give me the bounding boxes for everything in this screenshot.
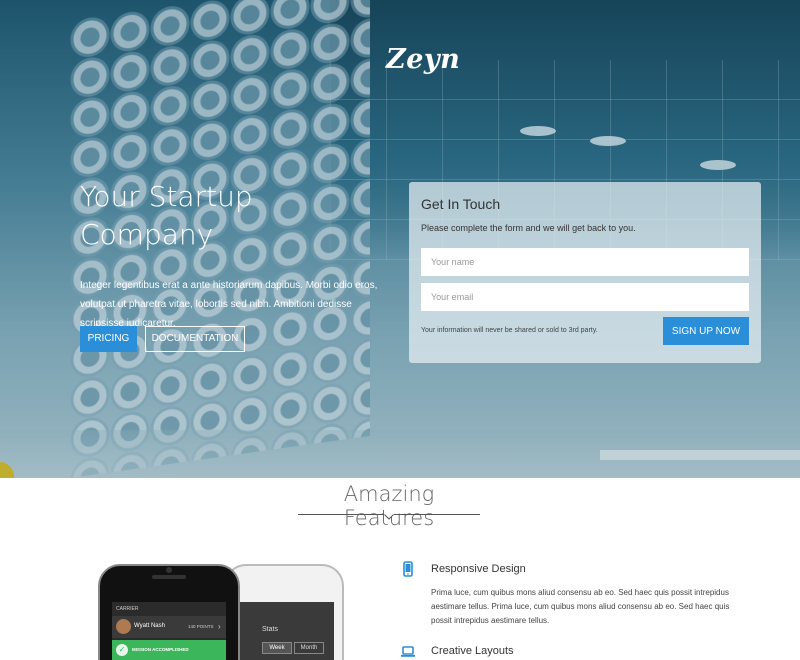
laptop-icon — [401, 646, 415, 657]
pricing-button[interactable]: PRICING — [80, 326, 137, 352]
email-input[interactable] — [421, 283, 749, 311]
hero-headline: Your Startup Company — [80, 178, 340, 254]
checkmark-icon: ✓ — [116, 644, 128, 656]
user-name: Wyatt Nash — [134, 623, 165, 629]
documentation-button[interactable]: DOCUMENTATION — [145, 326, 245, 352]
hero-section: Zeyn Your Startup Company Integer legent… — [0, 0, 800, 478]
phone-camera — [166, 567, 172, 573]
user-points: 140 POINTS — [188, 624, 214, 629]
user-row: Wyatt Nash 140 POINTS › — [112, 616, 226, 638]
feature-title-creative: Creative Layouts — [431, 645, 514, 657]
hero-headline-line1: Your Startup — [80, 180, 253, 213]
tab-week: Week — [262, 642, 292, 654]
name-input[interactable] — [421, 248, 749, 276]
hero-headline-line2: Company — [80, 218, 214, 251]
feature-title-responsive: Responsive Design — [431, 563, 526, 575]
chevron-down-icon — [384, 513, 394, 520]
mission-row: ✓ MISSION ACCOMPLISHED — [112, 640, 226, 660]
chevron-right-icon: › — [218, 622, 221, 631]
phone-screen-stats: Stats Week Month — [238, 602, 334, 660]
mobile-phone-icon — [403, 561, 413, 577]
hero-lead-text: Integer legentibus erat a ante historiar… — [80, 280, 378, 329]
brand-logo[interactable]: Zeyn — [386, 44, 460, 84]
sign-up-button[interactable]: SIGN UP NOW — [663, 317, 749, 345]
feature-description-responsive: Prima luce, cum quibus mons aliud consen… — [431, 588, 730, 625]
stats-label: Stats — [262, 626, 278, 633]
phone-mockup-back: Stats Week Month — [224, 564, 344, 660]
features-heading: Amazing Features — [343, 482, 435, 530]
privacy-note: Your information will never be shared or… — [421, 327, 598, 334]
carrier-label: CARRIER — [116, 606, 139, 612]
phone-mockup-front: CARRIER Wyatt Nash 140 POINTS › ✓ MISSIO… — [98, 564, 240, 660]
form-subtitle: Please complete the form and we will get… — [421, 223, 636, 233]
mission-text: MISSION ACCOMPLISHED — [132, 647, 189, 652]
contact-form: Get In Touch Please complete the form an… — [409, 182, 761, 363]
phone-speaker — [152, 575, 186, 579]
tab-month: Month — [294, 642, 324, 654]
phone-screen: CARRIER Wyatt Nash 140 POINTS › ✓ MISSIO… — [112, 602, 226, 660]
form-title: Get In Touch — [421, 196, 501, 212]
avatar — [116, 619, 131, 634]
